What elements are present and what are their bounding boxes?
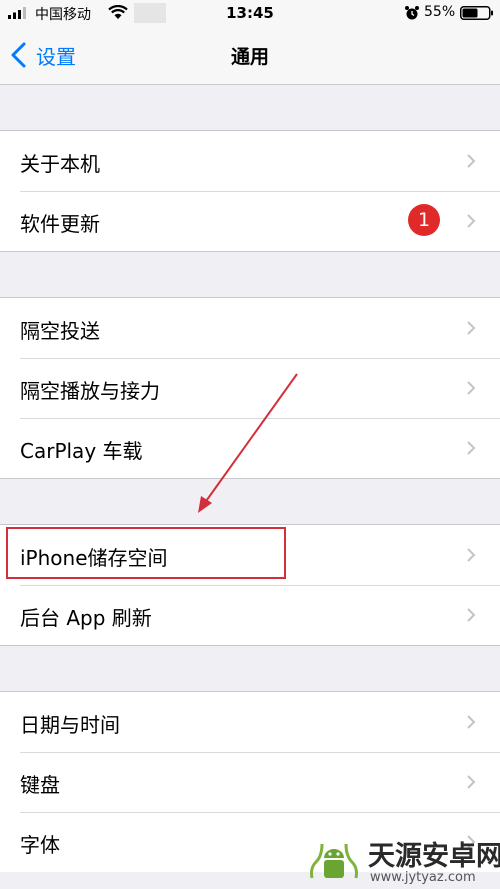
row-label: 键盘: [20, 773, 60, 797]
highlight-box: [6, 527, 286, 579]
row-about-phone[interactable]: 关于本机: [0, 131, 500, 191]
chevron-right-icon: [467, 214, 476, 228]
chevron-right-icon: [467, 381, 476, 395]
site-watermark: 天源安卓网 www.jytyaz.com: [306, 832, 500, 889]
chevron-right-icon: [467, 321, 476, 335]
row-airplay-handoff[interactable]: 隔空播放与接力: [0, 358, 500, 418]
row-airdrop[interactable]: 隔空投送: [0, 298, 500, 358]
update-badge: 1: [408, 204, 440, 236]
chevron-right-icon: [467, 441, 476, 455]
row-label: 字体: [20, 833, 60, 857]
page-title: 通用: [230, 46, 269, 68]
chevron-right-icon: [467, 548, 476, 562]
row-software-update[interactable]: 软件更新 1: [0, 191, 500, 251]
status-bar: 中国移动 13:45 55%: [0, 0, 500, 26]
settings-group-airdrop: 隔空投送 隔空播放与接力 CarPlay 车载: [0, 297, 500, 479]
row-background-app-refresh[interactable]: 后台 App 刷新: [0, 585, 500, 645]
chevron-right-icon: [467, 154, 476, 168]
row-label: 软件更新: [20, 212, 100, 236]
row-label: CarPlay 车载: [20, 439, 143, 463]
row-label: 关于本机: [20, 152, 100, 176]
settings-group-about: 关于本机 软件更新 1: [0, 130, 500, 252]
watermark-url: www.jytyaz.com: [370, 870, 476, 885]
row-carplay[interactable]: CarPlay 车载: [0, 418, 500, 478]
battery-percentage: 55%: [424, 4, 456, 20]
chevron-right-icon: [467, 775, 476, 789]
navigation-bar: 设置 通用: [0, 26, 500, 85]
row-label: 隔空投送: [20, 319, 100, 343]
battery-icon: [460, 6, 493, 20]
row-label: 日期与时间: [20, 713, 120, 737]
chevron-right-icon: [467, 608, 476, 622]
chevron-right-icon: [467, 715, 476, 729]
android-logo-icon: [310, 843, 358, 879]
row-keyboard[interactable]: 键盘: [0, 752, 500, 812]
row-date-time[interactable]: 日期与时间: [0, 692, 500, 752]
alarm-clock-icon: [405, 6, 419, 20]
watermark-brand: 天源安卓网: [368, 841, 500, 872]
row-label: 隔空播放与接力: [20, 379, 160, 403]
row-label: 后台 App 刷新: [20, 606, 152, 630]
